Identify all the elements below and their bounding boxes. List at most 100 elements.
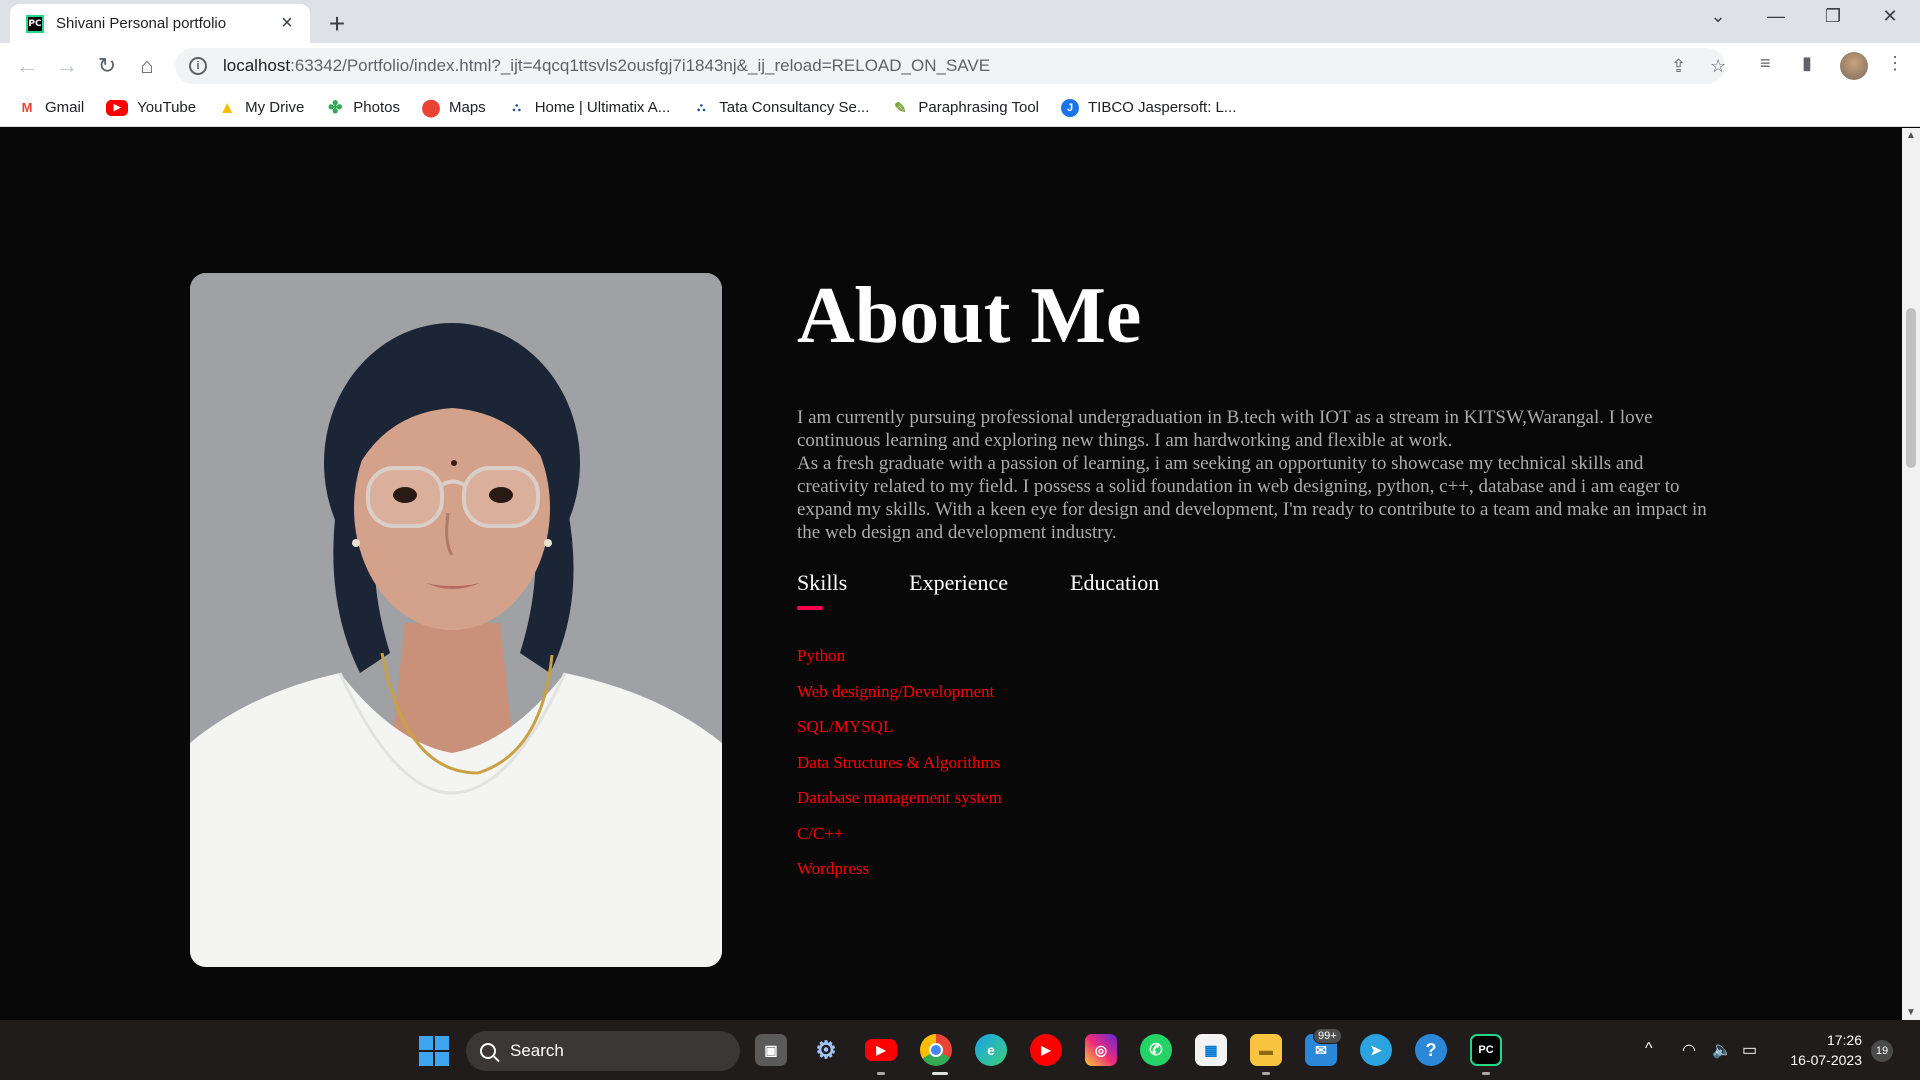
bookmark-label: Paraphrasing Tool: [918, 99, 1040, 116]
bookmark-star-icon[interactable]: ☆: [1710, 56, 1726, 77]
system-clock[interactable]: 17:26 16-07-2023: [1776, 1030, 1862, 1070]
skill-item: Wordpress: [797, 859, 870, 878]
bookmark-label: My Drive: [245, 99, 305, 116]
browser-toolbar: ← → ↻ ⌂ i localhost:63342/Portfolio/inde…: [0, 43, 1920, 89]
tab-title: Shivani Personal portfolio: [56, 15, 227, 32]
windows-taskbar: Search ▣ ⚙ ▶ e ▶ ◎ ✆ ▦ ▬ ✉ 99+ ➤ ? PC ^ …: [0, 1020, 1920, 1080]
bookmark-label: Gmail: [45, 99, 85, 116]
bookmark-gmail[interactable]: M Gmail: [18, 99, 85, 117]
tab-search-chevron-icon[interactable]: ⌄: [1698, 6, 1738, 27]
notification-count-badge[interactable]: 19: [1871, 1040, 1893, 1062]
scrollbar-thumb[interactable]: [1906, 308, 1916, 468]
reading-list-icon[interactable]: ≡: [1760, 53, 1771, 74]
profile-photo: [190, 273, 722, 967]
show-hidden-icons-chevron-icon[interactable]: ^: [1645, 1040, 1653, 1058]
chrome-active-indicator: [932, 1072, 948, 1075]
instagram-icon[interactable]: ◎: [1085, 1034, 1117, 1066]
back-button[interactable]: ←: [13, 52, 41, 80]
forward-button[interactable]: →: [53, 52, 81, 80]
page-scrollbar[interactable]: ▲ ▼: [1902, 128, 1920, 1020]
skill-item: SQL/MYSQL: [797, 717, 894, 736]
close-window-button[interactable]: ✕: [1870, 6, 1910, 27]
scroll-down-arrow-icon[interactable]: ▼: [1902, 1007, 1920, 1018]
tata-icon: ⛬: [512, 100, 521, 114]
pycharm-favicon-icon: PC: [26, 14, 44, 33]
bookmark-label: Tata Consultancy Se...: [719, 99, 870, 116]
mail-unread-badge: 99+: [1313, 1028, 1342, 1044]
youtube-app-icon[interactable]: ▶: [865, 1039, 897, 1061]
settings-icon[interactable]: ⚙: [810, 1034, 842, 1066]
edge-icon[interactable]: e: [975, 1034, 1007, 1066]
bookmark-paraphrasing-tool[interactable]: ✎ Paraphrasing Tool: [891, 99, 1039, 117]
bookmark-jaspersoft[interactable]: J TIBCO Jaspersoft: L...: [1061, 98, 1236, 117]
bookmark-photos[interactable]: ✤ Photos: [326, 97, 400, 117]
reload-button[interactable]: ↻: [93, 52, 121, 80]
telegram-icon[interactable]: ➤: [1360, 1034, 1392, 1066]
gmail-icon: M: [21, 100, 33, 115]
url-text: localhost:63342/Portfolio/index.html?_ij…: [223, 56, 990, 76]
url-path: :63342/Portfolio/index.html?_ijt=4qcq1tt…: [290, 56, 991, 75]
pycharm-running-indicator: [1482, 1072, 1490, 1075]
jaspersoft-icon: J: [1061, 98, 1080, 117]
skill-item: C/C++: [797, 823, 844, 843]
tab-experience[interactable]: Experience: [909, 570, 1008, 610]
bookmark-tcs[interactable]: ⛬ Tata Consultancy Se...: [692, 99, 869, 117]
battery-icon[interactable]: ▭: [1742, 1040, 1757, 1060]
side-panel-icon[interactable]: ▮: [1802, 53, 1812, 74]
address-bar[interactable]: i localhost:63342/Portfolio/index.html?_…: [175, 48, 1726, 84]
wifi-icon[interactable]: ◠: [1682, 1040, 1696, 1060]
get-help-icon[interactable]: ?: [1415, 1034, 1447, 1066]
tab-skills[interactable]: Skills: [797, 570, 847, 610]
restore-button[interactable]: ❐: [1813, 6, 1853, 27]
chrome-icon[interactable]: [920, 1034, 952, 1066]
minimize-button[interactable]: —: [1756, 6, 1796, 27]
explorer-running-indicator: [1262, 1072, 1270, 1075]
bookmark-maps[interactable]: ⬤ Maps: [421, 97, 486, 117]
tab-close-icon[interactable]: ×: [276, 12, 298, 35]
about-heading: About Me: [797, 272, 1142, 360]
tab-education[interactable]: Education: [1070, 570, 1159, 610]
menu-kebab-icon[interactable]: ⋮: [1886, 53, 1904, 74]
about-paragraph: I am currently pursuing professional und…: [797, 406, 1717, 544]
file-explorer-icon[interactable]: ▬: [1250, 1034, 1282, 1066]
browser-tabstrip: PC Shivani Personal portfolio × + ⌄ — ❐ …: [0, 0, 1920, 43]
bookmark-label: Maps: [449, 99, 486, 116]
about-tabs: Skills Experience Education: [797, 570, 1717, 610]
bookmark-youtube[interactable]: ▶ YouTube: [106, 99, 196, 116]
skill-item: Python: [797, 646, 846, 665]
youtube-icon: ▶: [106, 99, 129, 116]
home-button[interactable]: ⌂: [133, 52, 161, 80]
new-tab-button[interactable]: +: [322, 8, 352, 40]
scroll-up-arrow-icon[interactable]: ▲: [1902, 130, 1920, 141]
photos-icon: ✤: [328, 97, 343, 117]
bookmarks-bar: M Gmail ▶ YouTube ▲ My Drive ✤ Photos ⬤ Maps …: [0, 89, 1920, 127]
bookmark-label: Home | Ultimatix A...: [534, 99, 671, 116]
youtube-running-indicator: [877, 1072, 885, 1075]
taskbar-search[interactable]: Search: [466, 1031, 740, 1071]
microsoft-store-icon[interactable]: ▦: [1195, 1034, 1227, 1066]
pycharm-icon[interactable]: PC: [1470, 1034, 1502, 1066]
maps-icon: ⬤: [421, 97, 441, 117]
whatsapp-icon[interactable]: ✆: [1140, 1034, 1172, 1066]
share-icon[interactable]: ⇪: [1671, 56, 1686, 77]
bookmark-label: YouTube: [137, 99, 197, 116]
about-paragraph-intro: I am currently pursuing professional und…: [797, 407, 1653, 451]
bookmark-my-drive[interactable]: ▲ My Drive: [218, 97, 305, 117]
taskbar-search-label: Search: [510, 1041, 564, 1060]
url-host: localhost: [223, 56, 291, 75]
task-view-icon[interactable]: ▣: [755, 1034, 787, 1066]
browser-tab[interactable]: PC Shivani Personal portfolio ×: [10, 4, 310, 43]
page-viewport: About Me I am currently pursuing profess…: [0, 128, 1902, 1020]
start-button-windows-icon[interactable]: [419, 1036, 449, 1066]
site-info-icon[interactable]: i: [189, 57, 207, 75]
tata-icon: ⛬: [697, 100, 706, 114]
drive-icon: ▲: [218, 97, 236, 117]
volume-icon[interactable]: 🔈: [1712, 1040, 1732, 1060]
bookmark-ultimatix[interactable]: ⛬ Home | Ultimatix A...: [508, 99, 671, 117]
profile-avatar[interactable]: [1840, 52, 1868, 80]
youtube-music-icon[interactable]: ▶: [1030, 1034, 1062, 1066]
about-paragraph-goal: As a fresh graduate with a passion of le…: [797, 453, 1707, 543]
skill-item: Data Structures & Algorithms: [797, 752, 1001, 772]
clock-time: 17:26: [1826, 1032, 1862, 1048]
skills-list: Python Web designing/Development SQL/MYS…: [797, 646, 1717, 895]
